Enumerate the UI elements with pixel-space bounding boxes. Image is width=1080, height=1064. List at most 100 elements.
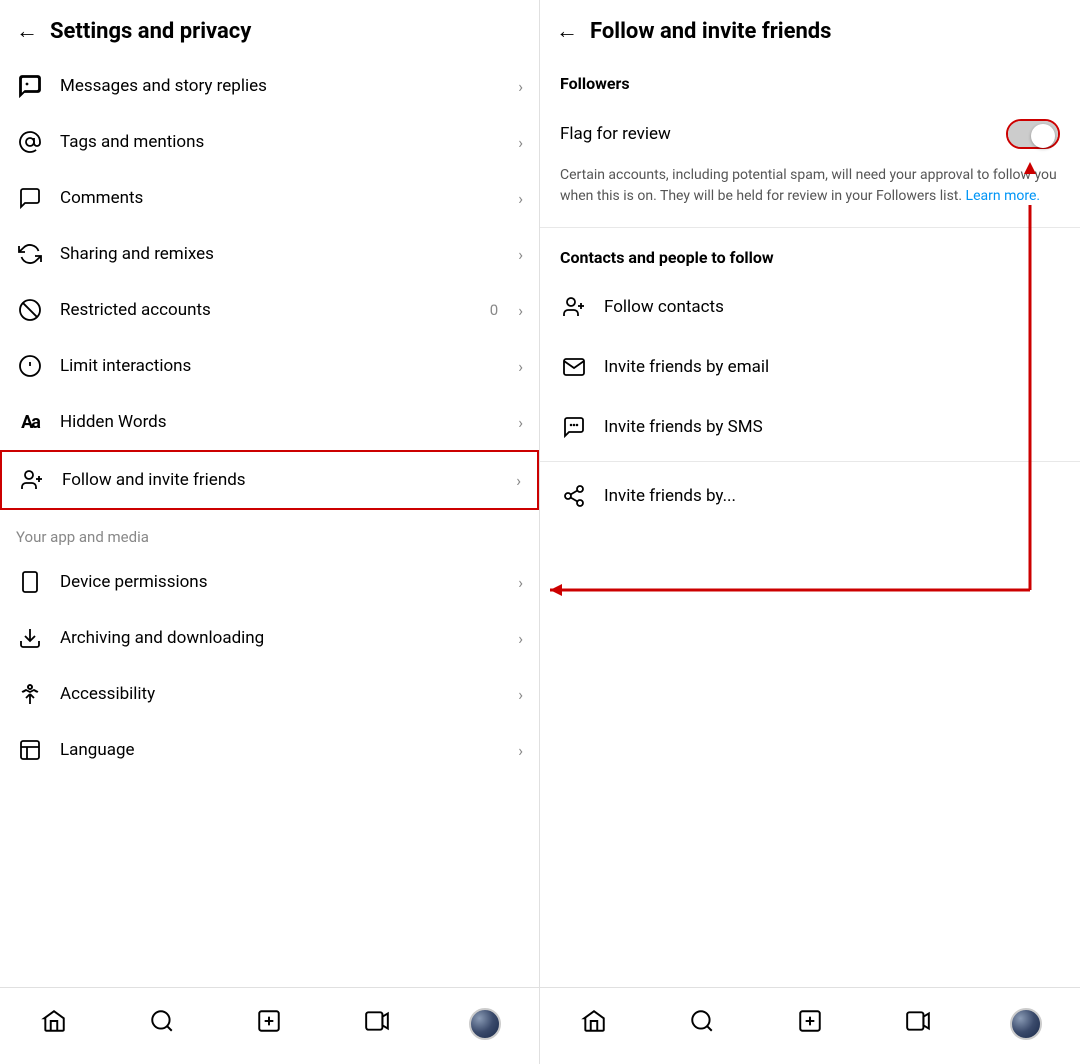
menu-text-device: Device permissions (60, 572, 502, 592)
menu-text-sharing: Sharing and remixes (60, 244, 502, 264)
search-icon (149, 1008, 175, 1040)
flag-review-row[interactable]: Flag for review (540, 103, 1080, 165)
chevron-device: › (518, 573, 523, 592)
at-sign-icon (16, 128, 44, 156)
right-panel-title: Follow and invite friends (590, 19, 831, 44)
aa-icon: Aa (16, 408, 44, 436)
menu-text-tags: Tags and mentions (60, 132, 502, 152)
menu-text-accessibility: Accessibility (60, 684, 502, 704)
chevron-limit: › (518, 357, 523, 376)
follow-contacts-label: Follow contacts (604, 297, 724, 317)
right-avatar (1010, 1008, 1042, 1040)
message-circle-icon (16, 72, 44, 100)
right-header: ← Follow and invite friends (540, 0, 1080, 58)
menu-text-archiving: Archiving and downloading (60, 628, 502, 648)
avatar (469, 1008, 501, 1040)
invite-sms-label: Invite friends by SMS (604, 417, 763, 437)
menu-item-hidden[interactable]: Aa Hidden Words › (0, 394, 539, 450)
left-menu-list: Messages and story replies › Tags and me… (0, 58, 539, 987)
restricted-badge: 0 (490, 301, 498, 319)
chevron-follow: › (516, 471, 521, 490)
menu-text-follow: Follow and invite friends (62, 470, 500, 490)
chevron-tags: › (518, 133, 523, 152)
chevron-archiving: › (518, 629, 523, 648)
toggle-thumb (1031, 124, 1055, 148)
contacts-section-header: Contacts and people to follow (540, 232, 1080, 277)
accessibility-icon (16, 680, 44, 708)
language-icon (16, 736, 44, 764)
chevron-accessibility: › (518, 685, 523, 704)
info-circle-icon (16, 352, 44, 380)
menu-item-messages[interactable]: Messages and story replies › (0, 58, 539, 114)
right-bottom-nav (540, 987, 1080, 1064)
menu-item-follow[interactable]: Follow and invite friends › (0, 450, 539, 510)
left-nav-home[interactable] (32, 1002, 76, 1046)
download-icon (16, 624, 44, 652)
right-nav-video[interactable] (896, 1002, 940, 1046)
menu-item-sharing[interactable]: Sharing and remixes › (0, 226, 539, 282)
left-nav-plus[interactable] (247, 1002, 291, 1046)
right-item-invite-sms[interactable]: Invite friends by SMS (540, 397, 1080, 457)
menu-text-limit: Limit interactions (60, 356, 502, 376)
section-label-app: Your app and media (0, 510, 539, 554)
chevron-sharing: › (518, 245, 523, 264)
menu-item-limit[interactable]: Limit interactions › (0, 338, 539, 394)
sms-icon (560, 413, 588, 441)
refresh-icon (16, 240, 44, 268)
invite-other-label: Invite friends by... (604, 486, 736, 506)
right-nav-home[interactable] (572, 1002, 616, 1046)
left-panel: ← Settings and privacy Messages and stor… (0, 0, 540, 1064)
right-panel: ← Follow and invite friends Followers Fl… (540, 0, 1080, 1064)
right-content: Followers Flag for review Certain accoun… (540, 58, 1080, 987)
chevron-comments: › (518, 189, 523, 208)
right-plus-icon (797, 1008, 823, 1040)
divider-2 (540, 461, 1080, 462)
menu-item-tags[interactable]: Tags and mentions › (0, 114, 539, 170)
chevron-hidden: › (518, 413, 523, 432)
right-back-button[interactable]: ← (556, 18, 578, 44)
flag-review-toggle[interactable] (1006, 119, 1060, 149)
menu-item-language[interactable]: Language › (0, 722, 539, 778)
invite-email-label: Invite friends by email (604, 357, 769, 377)
chevron-messages: › (518, 77, 523, 96)
menu-text-messages: Messages and story replies (60, 76, 502, 96)
smartphone-icon (16, 568, 44, 596)
plus-icon (256, 1008, 282, 1040)
video-icon (364, 1008, 390, 1040)
right-item-follow-contacts[interactable]: Follow contacts (540, 277, 1080, 337)
menu-text-language: Language (60, 740, 502, 760)
add-person-icon (18, 466, 46, 494)
toggle-track (1008, 121, 1058, 147)
chevron-language: › (518, 741, 523, 760)
restricted-icon (16, 296, 44, 324)
left-bottom-nav (0, 987, 539, 1064)
home-icon (41, 1008, 67, 1040)
share-icon (560, 482, 588, 510)
menu-text-comments: Comments (60, 188, 502, 208)
flag-review-description: Certain accounts, including potential sp… (540, 165, 1080, 223)
menu-item-device[interactable]: Device permissions › (0, 554, 539, 610)
envelope-icon (560, 353, 588, 381)
comment-icon (16, 184, 44, 212)
menu-text-hidden: Hidden Words (60, 412, 502, 432)
follow-contacts-icon (560, 293, 588, 321)
left-back-button[interactable]: ← (16, 18, 38, 44)
left-panel-title: Settings and privacy (50, 19, 251, 44)
flag-review-label: Flag for review (560, 124, 671, 144)
right-item-invite-email[interactable]: Invite friends by email (540, 337, 1080, 397)
left-nav-profile[interactable] (463, 1002, 507, 1046)
menu-item-accessibility[interactable]: Accessibility › (0, 666, 539, 722)
right-nav-plus[interactable] (788, 1002, 832, 1046)
menu-item-comments[interactable]: Comments › (0, 170, 539, 226)
right-search-icon (689, 1008, 715, 1040)
right-item-invite-other[interactable]: Invite friends by... (540, 466, 1080, 526)
learn-more-link[interactable]: Learn more. (966, 188, 1041, 204)
left-nav-search[interactable] (140, 1002, 184, 1046)
right-home-icon (581, 1008, 607, 1040)
divider-1 (540, 227, 1080, 228)
menu-item-archiving[interactable]: Archiving and downloading › (0, 610, 539, 666)
right-nav-search[interactable] (680, 1002, 724, 1046)
menu-item-restricted[interactable]: Restricted accounts 0 › (0, 282, 539, 338)
right-nav-profile[interactable] (1004, 1002, 1048, 1046)
left-nav-video[interactable] (355, 1002, 399, 1046)
